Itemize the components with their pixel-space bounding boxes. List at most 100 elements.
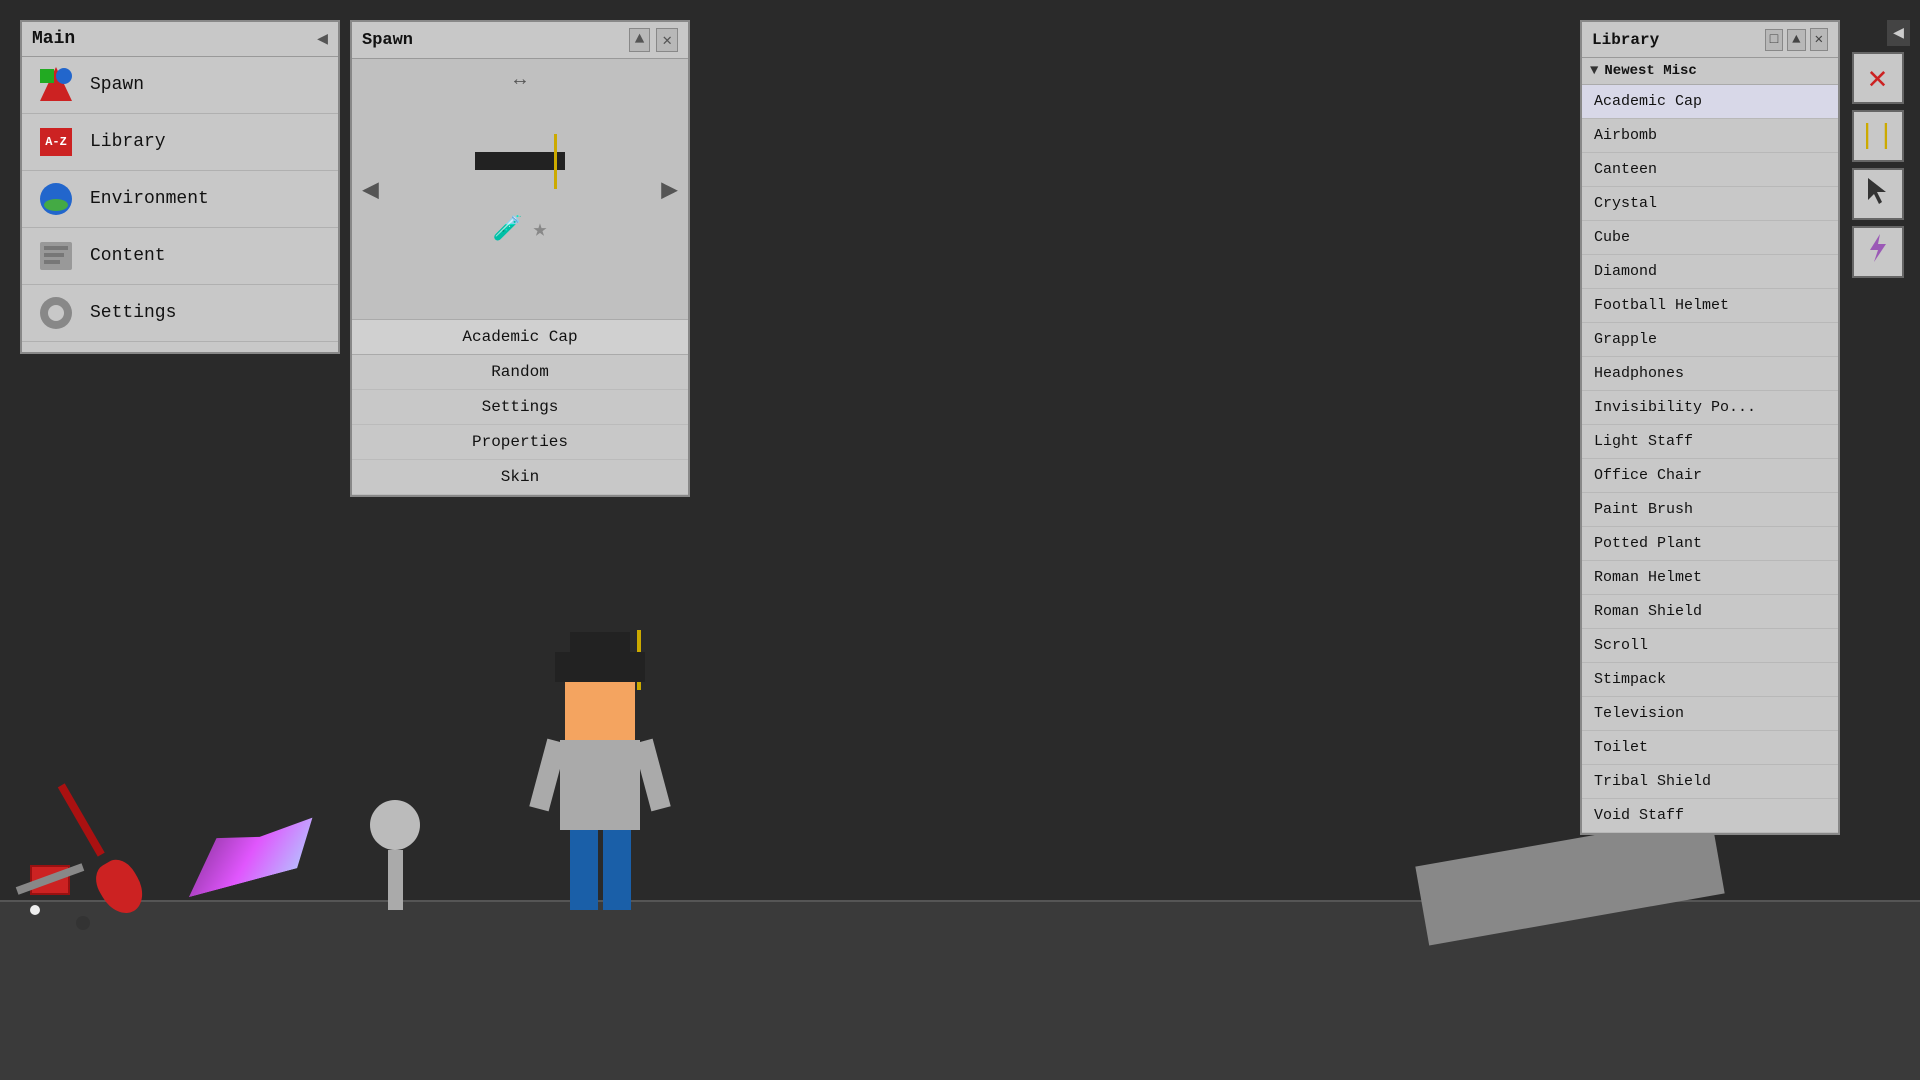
library-filter-text: Newest Misc <box>1604 63 1696 79</box>
library-item-roman-helmet[interactable]: Roman Helmet <box>1582 561 1838 595</box>
library-title-icons: □ ▲ ✕ <box>1765 28 1828 51</box>
library-item-diamond[interactable]: Diamond <box>1582 255 1838 289</box>
toolbar-collapse-btn[interactable]: ◀ <box>1887 20 1910 46</box>
char-legs <box>560 830 640 910</box>
main-menu-content-label: Content <box>90 246 166 266</box>
fan-object <box>370 800 420 910</box>
guitar-neck <box>58 783 105 856</box>
char-body <box>560 740 640 830</box>
spawn-close-btn[interactable]: ✕ <box>656 28 678 52</box>
main-menu-library-label: Library <box>90 132 166 152</box>
gear-outer <box>40 297 72 329</box>
environment-icon <box>36 179 76 219</box>
char-head <box>565 680 635 740</box>
library-titlebar: Library □ ▲ ✕ <box>1582 22 1838 58</box>
spawn-item-name: Academic Cap <box>352 319 688 355</box>
library-item-tribal-shield[interactable]: Tribal Shield <box>1582 765 1838 799</box>
toolbar-cursor-btn[interactable] <box>1852 168 1904 220</box>
cap-tassel <box>554 134 557 189</box>
jack-wheel <box>76 916 90 930</box>
library-window-btn[interactable]: □ <box>1765 29 1783 51</box>
preview-icons: 🧪 ★ <box>493 214 547 244</box>
spawn-properties[interactable]: Properties <box>352 425 688 460</box>
main-panel-titlebar: Main ◀ <box>22 22 338 57</box>
library-item-potted-plant[interactable]: Potted Plant <box>1582 527 1838 561</box>
library-item-headphones[interactable]: Headphones <box>1582 357 1838 391</box>
toolbar-close-btn[interactable]: ✕ <box>1852 52 1904 104</box>
main-menu-settings[interactable]: Settings <box>22 285 338 342</box>
library-item-office-chair[interactable]: Office Chair <box>1582 459 1838 493</box>
library-item-crystal[interactable]: Crystal <box>1582 187 1838 221</box>
library-close-btn[interactable]: ✕ <box>1810 28 1828 51</box>
main-menu-content[interactable]: Content <box>22 228 338 285</box>
library-filter[interactable]: ▼ Newest Misc <box>1582 58 1838 85</box>
library-item-canteen[interactable]: Canteen <box>1582 153 1838 187</box>
environment-globe <box>40 183 72 215</box>
content-icon <box>36 236 76 276</box>
library-item-toilet[interactable]: Toilet <box>1582 731 1838 765</box>
char-hat <box>555 652 645 682</box>
cursor-icon <box>1864 176 1892 212</box>
library-list: Academic CapAirbombCanteenCrystalCubeDia… <box>1582 85 1838 833</box>
main-menu-environment-label: Environment <box>90 189 209 209</box>
spawn-panel-titlebar: Spawn ▲ ✕ <box>352 22 688 59</box>
x-icon: ✕ <box>1868 58 1887 98</box>
spawn-nav-left[interactable]: ◀ <box>362 172 379 207</box>
main-panel-collapse[interactable]: ◀ <box>317 28 328 50</box>
lightning-icon <box>1864 232 1892 273</box>
library-item-scroll[interactable]: Scroll <box>1582 629 1838 663</box>
settings-icon <box>36 293 76 333</box>
library-item-academic-cap[interactable]: Academic Cap <box>1582 85 1838 119</box>
spawn-settings[interactable]: Settings <box>352 390 688 425</box>
character <box>560 680 640 910</box>
spawn-random[interactable]: Random <box>352 355 688 390</box>
library-item-television[interactable]: Television <box>1582 697 1838 731</box>
library-item-cube[interactable]: Cube <box>1582 221 1838 255</box>
main-menu-spawn[interactable]: Spawn <box>22 57 338 114</box>
library-item-roman-shield[interactable]: Roman Shield <box>1582 595 1838 629</box>
jack-ball <box>30 905 40 915</box>
main-menu-environment[interactable]: Environment <box>22 171 338 228</box>
library-item-airbomb[interactable]: Airbomb <box>1582 119 1838 153</box>
main-panel: Main ◀ Spawn A-Z Library Environment <box>20 20 340 354</box>
pause-icon: || <box>1859 121 1897 152</box>
gear-inner <box>48 305 64 321</box>
cap-board <box>475 152 565 170</box>
library-panel: Library □ ▲ ✕ ▼ Newest Misc Academic Cap… <box>1580 20 1840 835</box>
library-item-stimpack[interactable]: Stimpack <box>1582 663 1838 697</box>
char-leg-left <box>570 830 598 910</box>
library-icon-inner: A-Z <box>40 128 72 156</box>
spawn-preview-item: 🧪 ★ <box>475 134 565 244</box>
star-icon: ★ <box>533 214 547 244</box>
toolbar-pause-btn[interactable]: || <box>1852 110 1904 162</box>
library-filter-arrow: ▼ <box>1590 63 1598 79</box>
main-menu-spawn-label: Spawn <box>90 75 144 95</box>
spawn-nav-right[interactable]: ▶ <box>661 172 678 207</box>
cap-preview <box>475 134 565 194</box>
floor <box>0 900 1920 1080</box>
main-panel-title: Main <box>32 29 75 49</box>
spawn-resize-handle[interactable]: ↔ <box>514 69 526 92</box>
rolling-jack <box>30 865 90 925</box>
library-item-paint-brush[interactable]: Paint Brush <box>1582 493 1838 527</box>
main-menu-settings-label: Settings <box>90 303 176 323</box>
library-item-void-staff[interactable]: Void Staff <box>1582 799 1838 833</box>
spawn-skin[interactable]: Skin <box>352 460 688 495</box>
spawn-panel-title: Spawn <box>362 31 413 50</box>
spawn-titlebar-buttons: ▲ ✕ <box>629 28 678 52</box>
right-toolbar: ◀ ✕ || <box>1845 20 1910 278</box>
main-menu-library[interactable]: A-Z Library <box>22 114 338 171</box>
library-item-grapple[interactable]: Grapple <box>1582 323 1838 357</box>
library-icon: A-Z <box>36 122 76 162</box>
toolbar-lightning-btn[interactable] <box>1852 226 1904 278</box>
library-minimize-btn[interactable]: ▲ <box>1787 29 1805 51</box>
wing-sword-object <box>176 813 324 898</box>
library-item-football-helmet[interactable]: Football Helmet <box>1582 289 1838 323</box>
library-item-light-staff[interactable]: Light Staff <box>1582 425 1838 459</box>
spawn-panel: Spawn ▲ ✕ ↔ ◀ 🧪 ★ ▶ Academic Cap Random … <box>350 20 690 497</box>
fan-head <box>370 800 420 850</box>
library-item-invisibility-potion[interactable]: Invisibility Po... <box>1582 391 1838 425</box>
spawn-preview: ↔ ◀ 🧪 ★ ▶ <box>352 59 688 319</box>
potion-icon: 🧪 <box>493 214 523 244</box>
spawn-minimize-btn[interactable]: ▲ <box>629 28 651 52</box>
